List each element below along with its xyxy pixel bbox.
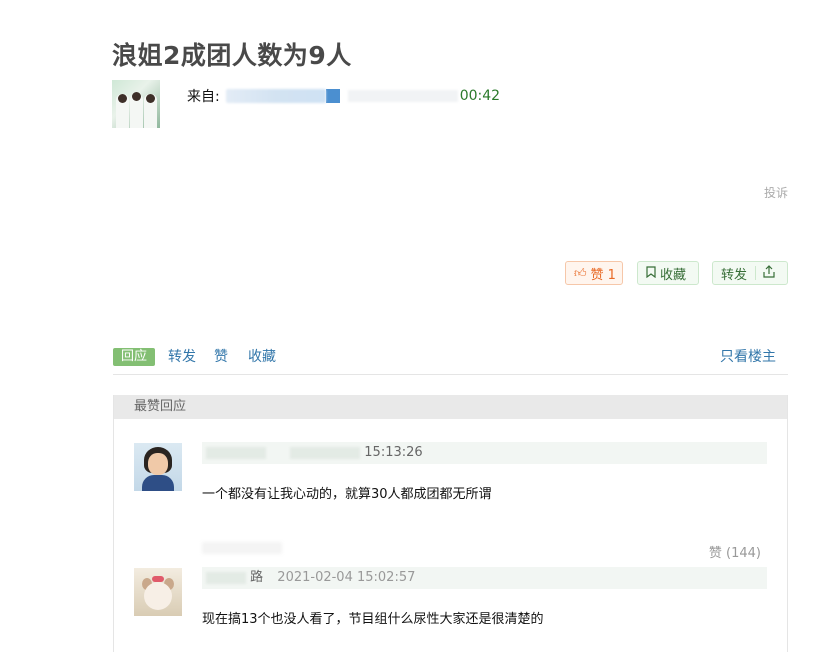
favorite-label: 收藏 (660, 267, 687, 283)
share-label: 转发 (721, 267, 748, 283)
share-icon[interactable] (756, 264, 782, 282)
top-replies-header: 最赞回应 (114, 395, 787, 419)
reply-tabs: 回应 转发 赞 收藏 只看楼主 (113, 348, 788, 375)
like-label: 赞 1 (590, 267, 616, 283)
tab-favorite[interactable]: 收藏 (248, 348, 276, 366)
comment-meta: 路 2021-02-04 15:02:57 (202, 567, 767, 589)
top-replies-panel: 最赞回应 15:13:26 一个都没有让我心动的，就算30人都成团都无所谓 赞 … (113, 395, 788, 652)
like-button[interactable]: 👍︎ 赞 1 (565, 261, 623, 285)
post-title: 浪姐2成团人数为9人 (112, 41, 352, 70)
redaction-block (325, 89, 340, 103)
username-redacted[interactable] (206, 446, 266, 459)
comment-text: 现在搞13个也没人看了，节目组什么尿性大家还是很清楚的 (202, 612, 544, 627)
avatar[interactable] (134, 443, 182, 491)
comment-time: 2021-02-04 15:02:57 (277, 570, 416, 585)
date-redacted (290, 446, 361, 459)
username-fragment[interactable]: 路 (250, 570, 263, 585)
comment-likes[interactable]: 赞 (144) (709, 542, 761, 561)
bookmark-icon (646, 265, 656, 281)
comment-meta: 15:13:26 (202, 442, 767, 464)
timestamp-redacted (347, 90, 458, 102)
favorite-button[interactable]: 收藏 (637, 261, 699, 285)
redacted-text (202, 542, 282, 554)
report-link[interactable]: 投诉 (764, 184, 788, 201)
comment-time: 15:13:26 (364, 445, 423, 460)
author-avatar[interactable] (112, 80, 160, 128)
tab-like[interactable]: 赞 (214, 348, 228, 366)
from-label: 来自: (187, 89, 220, 105)
tab-reply[interactable]: 回应 (113, 348, 155, 366)
post-meta: 来自: 00:42 (187, 86, 500, 106)
post-time: 00:42 (459, 88, 501, 104)
thumbs-up-icon: 👍︎ (574, 265, 587, 280)
comment-text: 一个都没有让我心动的，就算30人都成团都无所谓 (202, 487, 492, 502)
tab-forward[interactable]: 转发 (168, 348, 196, 366)
owner-only-link[interactable]: 只看楼主 (720, 348, 776, 366)
username-redacted[interactable] (206, 571, 246, 584)
avatar[interactable] (134, 568, 182, 616)
share-button[interactable]: 转发 (712, 261, 788, 285)
author-name-redacted[interactable] (225, 89, 326, 103)
